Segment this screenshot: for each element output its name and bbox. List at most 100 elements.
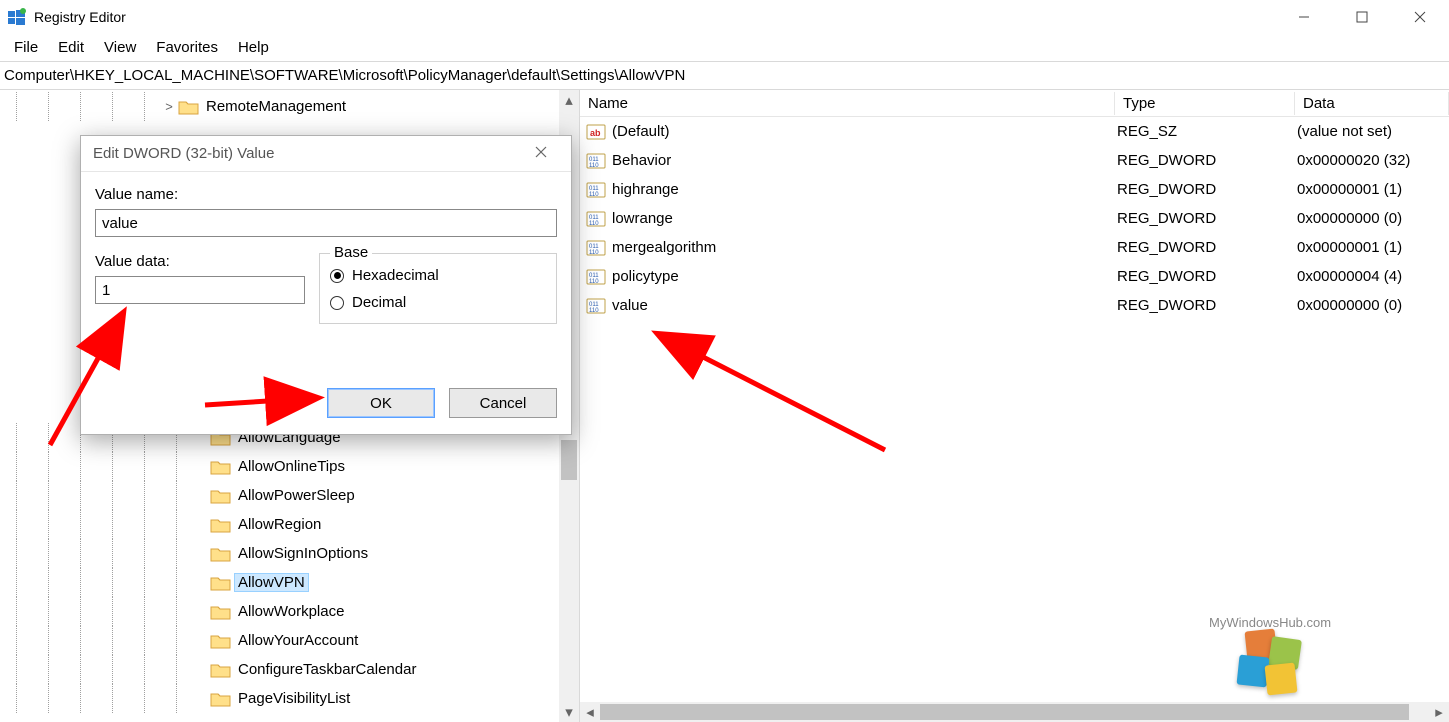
scroll-up-icon[interactable]: ▴ bbox=[559, 90, 579, 110]
value-row[interactable]: ab(Default)REG_SZ(value not set) bbox=[580, 117, 1449, 146]
svg-text:110: 110 bbox=[589, 192, 599, 198]
value-row[interactable]: 011110BehaviorREG_DWORD0x00000020 (32) bbox=[580, 146, 1449, 175]
folder-icon bbox=[210, 574, 232, 592]
reg-binary-icon: 011110 bbox=[586, 180, 606, 200]
radio-dot-icon bbox=[330, 296, 344, 310]
tree-item[interactable]: AllowYourAccount bbox=[0, 626, 559, 655]
cancel-button[interactable]: Cancel bbox=[449, 388, 557, 418]
value-row[interactable]: 011110valueREG_DWORD0x00000000 (0) bbox=[580, 291, 1449, 320]
column-data[interactable]: Data bbox=[1295, 92, 1449, 115]
tree-item[interactable]: AllowRegion bbox=[0, 510, 559, 539]
svg-text:110: 110 bbox=[589, 221, 599, 227]
value-data: 0x00000000 (0) bbox=[1293, 210, 1449, 227]
value-type: REG_DWORD bbox=[1113, 239, 1293, 256]
tree-item-label: PageVisibilityList bbox=[234, 689, 354, 708]
svg-text:110: 110 bbox=[589, 279, 599, 285]
value-data-input[interactable] bbox=[95, 276, 305, 304]
value-name: lowrange bbox=[608, 210, 1113, 227]
value-type: REG_DWORD bbox=[1113, 152, 1293, 169]
radio-dec-label: Decimal bbox=[352, 294, 406, 311]
address-bar[interactable]: Computer\HKEY_LOCAL_MACHINE\SOFTWARE\Mic… bbox=[0, 62, 1449, 90]
menu-help[interactable]: Help bbox=[228, 37, 279, 58]
value-type: REG_DWORD bbox=[1113, 210, 1293, 227]
menu-favorites[interactable]: Favorites bbox=[146, 37, 228, 58]
values-list[interactable]: ab(Default)REG_SZ(value not set)011110Be… bbox=[580, 117, 1449, 702]
tree-item[interactable]: >RemoteManagement bbox=[0, 92, 559, 121]
values-header: Name Type Data bbox=[580, 90, 1449, 117]
tree-item[interactable]: AllowOnlineTips bbox=[0, 452, 559, 481]
value-type: REG_DWORD bbox=[1113, 268, 1293, 285]
value-type: REG_DWORD bbox=[1113, 297, 1293, 314]
value-row[interactable]: 011110mergealgorithmREG_DWORD0x00000001 … bbox=[580, 233, 1449, 262]
reg-binary-icon: 011110 bbox=[586, 296, 606, 316]
dialog-title-bar[interactable]: Edit DWORD (32-bit) Value bbox=[81, 136, 571, 172]
column-type[interactable]: Type bbox=[1115, 92, 1295, 115]
tree-item-label: AllowRegion bbox=[234, 515, 325, 534]
folder-icon bbox=[210, 690, 232, 708]
tree-item-label: AllowSignInOptions bbox=[234, 544, 372, 563]
dialog-close-button[interactable] bbox=[523, 145, 559, 162]
tree-item[interactable]: AllowSignInOptions bbox=[0, 539, 559, 568]
tree-item[interactable]: PageVisibilityList bbox=[0, 684, 559, 713]
scroll-right-icon[interactable]: ▸ bbox=[1429, 703, 1449, 721]
menu-file[interactable]: File bbox=[4, 37, 48, 58]
window-title: Registry Editor bbox=[34, 9, 126, 25]
ok-button[interactable]: OK bbox=[327, 388, 435, 418]
folder-icon bbox=[210, 632, 232, 650]
value-data-label: Value data: bbox=[95, 253, 305, 270]
scroll-left-icon[interactable]: ◂ bbox=[580, 703, 600, 721]
values-h-scrollbar[interactable]: ◂ ▸ bbox=[580, 702, 1449, 722]
maximize-button[interactable] bbox=[1333, 0, 1391, 33]
value-data: 0x00000001 (1) bbox=[1293, 181, 1449, 198]
radio-decimal[interactable]: Decimal bbox=[330, 294, 546, 311]
column-name[interactable]: Name bbox=[580, 92, 1115, 115]
value-row[interactable]: 011110highrangeREG_DWORD0x00000001 (1) bbox=[580, 175, 1449, 204]
expander-icon[interactable]: > bbox=[160, 99, 178, 114]
tree-item[interactable]: AllowPowerSleep bbox=[0, 481, 559, 510]
title-bar: Registry Editor bbox=[0, 0, 1449, 34]
value-type: REG_SZ bbox=[1113, 123, 1293, 140]
scroll-down-icon[interactable]: ▾ bbox=[559, 702, 579, 722]
value-name: Behavior bbox=[608, 152, 1113, 169]
folder-icon bbox=[210, 545, 232, 563]
base-fieldset: Base Hexadecimal Decimal bbox=[319, 253, 557, 324]
folder-icon bbox=[210, 487, 232, 505]
tree-item[interactable]: AllowWorkplace bbox=[0, 597, 559, 626]
app-icon bbox=[8, 8, 26, 26]
value-data: 0x00000004 (4) bbox=[1293, 268, 1449, 285]
value-type: REG_DWORD bbox=[1113, 181, 1293, 198]
menu-edit[interactable]: Edit bbox=[48, 37, 94, 58]
tree-item-label: AllowOnlineTips bbox=[234, 457, 349, 476]
value-row[interactable]: 011110lowrangeREG_DWORD0x00000000 (0) bbox=[580, 204, 1449, 233]
tree-item-label: ConfigureTaskbarCalendar bbox=[234, 660, 420, 679]
close-button[interactable] bbox=[1391, 0, 1449, 33]
values-scroll-thumb[interactable] bbox=[600, 704, 1409, 720]
close-icon bbox=[535, 146, 547, 158]
value-data: 0x00000020 (32) bbox=[1293, 152, 1449, 169]
tree-item[interactable]: ConfigureTaskbarCalendar bbox=[0, 655, 559, 684]
value-data: 0x00000000 (0) bbox=[1293, 297, 1449, 314]
value-name: policytype bbox=[608, 268, 1113, 285]
reg-binary-icon: 011110 bbox=[586, 209, 606, 229]
value-name-label: Value name: bbox=[95, 186, 557, 203]
address-text: Computer\HKEY_LOCAL_MACHINE\SOFTWARE\Mic… bbox=[4, 67, 685, 84]
value-data: (value not set) bbox=[1293, 123, 1449, 140]
folder-icon bbox=[210, 458, 232, 476]
tree-item[interactable]: AllowVPN bbox=[0, 568, 559, 597]
radio-hex-label: Hexadecimal bbox=[352, 267, 439, 284]
folder-icon bbox=[178, 98, 200, 116]
minimize-button[interactable] bbox=[1275, 0, 1333, 33]
tree-item-label: AllowYourAccount bbox=[234, 631, 362, 650]
dialog-title: Edit DWORD (32-bit) Value bbox=[93, 145, 274, 162]
menu-view[interactable]: View bbox=[94, 37, 146, 58]
value-name-input[interactable] bbox=[95, 209, 557, 237]
tree-scroll-thumb[interactable] bbox=[561, 440, 577, 480]
value-name: highrange bbox=[608, 181, 1113, 198]
reg-binary-icon: 011110 bbox=[586, 151, 606, 171]
svg-text:110: 110 bbox=[589, 308, 599, 314]
value-row[interactable]: 011110policytypeREG_DWORD0x00000004 (4) bbox=[580, 262, 1449, 291]
radio-hexadecimal[interactable]: Hexadecimal bbox=[330, 267, 546, 284]
window-controls bbox=[1275, 0, 1449, 33]
svg-text:110: 110 bbox=[589, 163, 599, 169]
folder-icon bbox=[210, 516, 232, 534]
